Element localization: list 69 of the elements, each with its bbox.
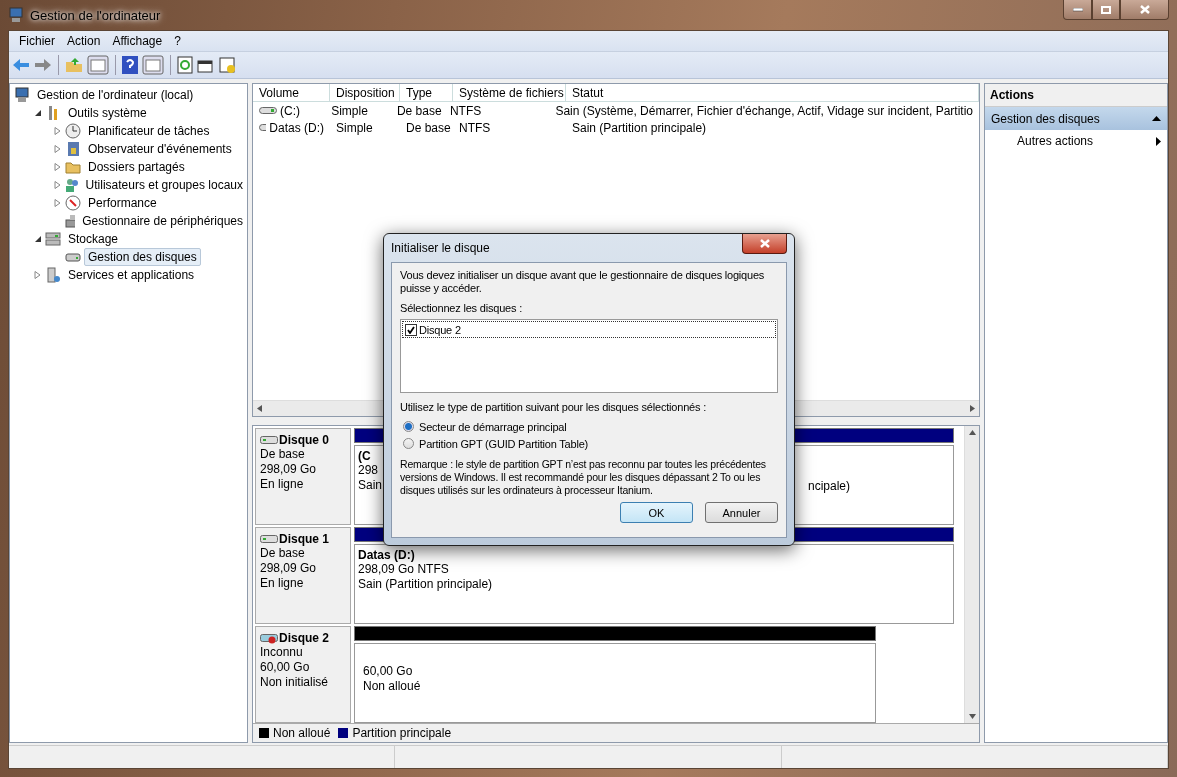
disk-size: 60,00 Go (260, 660, 311, 675)
action-item[interactable]: Autres actions (1017, 134, 1094, 148)
menu-item[interactable]: Fichier (13, 34, 61, 48)
disk-name: Disque 1 (279, 532, 329, 546)
menu-item[interactable]: Action (61, 34, 107, 48)
intro-text: Vous devez initialiser un disque avant que le gestionnaire de disques logiques puisse y accéder. (400, 269, 766, 295)
actions-header: Actions (985, 84, 1167, 107)
table-cell: Sain (Système, Démarrer, Fichier d'échange, Actif, Vidage sur incident, Partitio (555, 103, 973, 118)
window-title: Gestion de l'ordinateur (30, 7, 161, 23)
disk-type: Inconnu (260, 645, 304, 660)
column-header[interactable]: Type (400, 84, 453, 102)
column-header[interactable]: Disposition (330, 84, 400, 102)
column-header[interactable]: Système de fichiers (453, 84, 566, 102)
menu-item[interactable]: ? (168, 34, 187, 48)
tree-item[interactable]: Gestionnaire de périphériques (78, 212, 247, 230)
tree-item[interactable]: Services et applications (64, 266, 199, 284)
disk-list-item[interactable]: Disque 2 (419, 323, 461, 336)
disk-size: 298,09 Go (260, 462, 318, 477)
table-cell: (C:) (280, 103, 300, 118)
cancel-button[interactable]: Annuler (705, 502, 778, 523)
table-cell: De base (406, 120, 451, 135)
partition-detail: Sain (358, 478, 383, 493)
table-cell: De base (396, 103, 442, 118)
radio-label[interactable]: Partition GPT (GUID Partition Table) (419, 437, 589, 450)
column-header[interactable]: Statut (566, 84, 979, 102)
disk-name: Disque 2 (279, 631, 329, 645)
tree-item[interactable]: Utilisateurs et groupes locaux (81, 176, 247, 194)
table-cell: Datas (D:) (269, 120, 324, 135)
table-cell: NTFS (449, 103, 482, 118)
menu-item[interactable]: Affichage (106, 34, 169, 48)
table-cell: Simple (331, 103, 368, 118)
tree-item[interactable]: Stockage (64, 230, 123, 248)
tree-item[interactable]: Observateur d'événements (84, 140, 236, 158)
partition-detail: 298 (358, 463, 380, 478)
tree-item[interactable]: Dossiers partagés (84, 158, 189, 176)
dialog-title: Initialiser le disque (391, 241, 490, 255)
table-cell: Simple (336, 120, 373, 135)
tree-item[interactable]: Gestion de l'ordinateur (local) (33, 86, 198, 104)
tree-item[interactable]: Performance (84, 194, 161, 212)
partition-style-label: Utilisez le type de partition suivant pour les disques sélectionnés : (400, 401, 707, 414)
disk-type: De base (260, 546, 306, 561)
tree-item[interactable]: Outils système (64, 104, 151, 122)
legend-label: Non alloué (273, 726, 331, 740)
action-section-title: Gestion des disques (991, 111, 1100, 126)
disk-type: De base (260, 447, 306, 462)
disk-status: En ligne (260, 477, 305, 492)
partition-name: Datas (D:) (358, 548, 416, 562)
disk-status: Non initialisé (260, 675, 330, 690)
note-text: Remarque : le style de partition GPT n’est pas reconnu par toutes les précédentes versions de Windows. Il est recommandé pour les disques dépassant 2 To ou les disques utilisés sur les ordinateurs à processeur Itanium. (400, 458, 767, 497)
disk-size: 298,09 Go (260, 561, 318, 576)
partition-detail: 60,00 Go (363, 664, 414, 679)
radio-label[interactable]: Secteur de démarrage principal (419, 420, 567, 433)
action-section[interactable]: Gestion des disques (985, 107, 1167, 130)
unallocated-space[interactable]: 60,00 Go Non alloué (354, 643, 876, 723)
disk-name: Disque 0 (279, 433, 329, 447)
partition-detail: 298,09 Go NTFS (358, 562, 450, 577)
partition-detail: Non alloué (363, 679, 421, 694)
tree-item[interactable]: Planificateur de tâches (84, 122, 214, 140)
tree-item[interactable]: Gestion des disques (84, 248, 201, 266)
partition-detail: ncipale) (807, 479, 850, 495)
ok-button[interactable]: OK (620, 502, 693, 523)
table-cell: NTFS (459, 120, 491, 135)
select-label: Sélectionnez les disques : (400, 302, 523, 315)
disk-status: En ligne (260, 576, 305, 591)
legend-label: Partition principale (352, 726, 452, 740)
partition-detail: Sain (Partition principale) (358, 577, 493, 592)
table-cell: Sain (Partition principale) (572, 120, 707, 135)
partition-name: (C (358, 449, 372, 463)
column-header[interactable]: Volume (253, 84, 330, 102)
